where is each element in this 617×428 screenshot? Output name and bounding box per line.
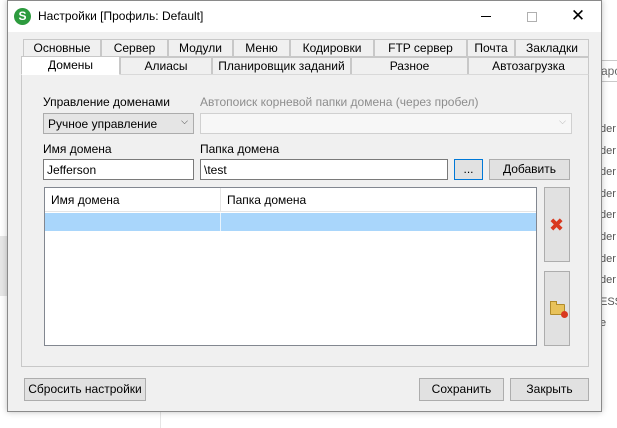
tab-ftp-server[interactable]: FTP сервер: [374, 39, 467, 57]
folder-tab-shape: [550, 301, 557, 305]
tab-menu[interactable]: Меню: [233, 39, 290, 57]
background-list-item: der: [600, 144, 616, 157]
tab-modules[interactable]: Модули: [168, 39, 233, 57]
folder-icon: [550, 301, 568, 318]
app-logo-icon: S: [14, 8, 31, 25]
red-x-icon: ✖: [549, 215, 565, 235]
tab-aliases[interactable]: Алиасы: [120, 57, 212, 75]
domain-management-value: Ручное управление: [48, 117, 158, 131]
domain-folder-input[interactable]: \test: [200, 159, 448, 180]
background-list-item: ESS: [600, 295, 617, 308]
background-list-item: der: [600, 252, 616, 265]
open-folder-button[interactable]: [544, 271, 570, 346]
tab-mail[interactable]: Почта: [467, 39, 515, 57]
close-button[interactable]: Закрыть: [510, 378, 589, 401]
minimize-icon: [481, 16, 491, 18]
tab-server[interactable]: Сервер: [101, 39, 168, 57]
add-domain-button[interactable]: Добавить: [489, 159, 570, 180]
background-list: der der der der der der der der ESS e: [600, 118, 617, 334]
tab-encodings[interactable]: Кодировки: [290, 39, 374, 57]
close-window-button[interactable]: ✕: [555, 1, 601, 32]
maximize-icon: [527, 11, 537, 22]
background-list-item: e: [600, 317, 607, 330]
tab-misc[interactable]: Разное: [351, 57, 468, 75]
browse-folder-button[interactable]: ...: [454, 159, 483, 180]
minimize-button[interactable]: [463, 1, 509, 32]
domain-name-label: Имя домена: [43, 142, 112, 156]
background-list-item: der: [600, 187, 616, 200]
settings-dialog: S Настройки [Профиль: Default] ✕ Основны…: [7, 0, 602, 412]
background-list-item: der: [600, 274, 616, 287]
table-row[interactable]: [45, 213, 536, 231]
tab-autostart[interactable]: Автозагрузка: [468, 57, 589, 75]
column-separator: [220, 213, 221, 231]
chevron-down-icon: ⌵: [181, 116, 188, 126]
domains-table[interactable]: Имя домена Папка домена: [44, 187, 537, 346]
domain-name-input[interactable]: Jefferson: [43, 159, 194, 180]
tab-bookmarks[interactable]: Закладки: [515, 39, 589, 57]
close-icon: ✕: [570, 6, 586, 25]
window-title: Настройки [Профиль: Default]: [38, 9, 204, 23]
delete-domain-button[interactable]: ✖: [544, 187, 570, 262]
background-list-item: der: [600, 230, 616, 243]
autosearch-label: Автопоиск корневой папки домена (через п…: [200, 95, 479, 109]
folder-badge-icon: [561, 311, 568, 318]
title-bar[interactable]: S Настройки [Профиль: Default] ✕: [8, 1, 601, 32]
tab-scheduler[interactable]: Планировщик заданий: [212, 57, 351, 75]
maximize-button: [509, 1, 555, 32]
table-header: Имя домена Папка домена: [45, 188, 536, 212]
domain-folder-label: Папка домена: [200, 142, 280, 156]
background-list-item: der: [600, 123, 616, 135]
tab-domains[interactable]: Домены: [21, 56, 120, 75]
background-list-item: der: [600, 166, 616, 179]
column-header-domain-name[interactable]: Имя домена: [45, 188, 221, 212]
chevron-down-icon: ⌵: [559, 116, 566, 126]
domain-management-select[interactable]: Ручное управление ⌵: [43, 113, 194, 134]
reset-settings-button[interactable]: Сбросить настройки: [24, 378, 146, 401]
background-divider: [160, 410, 161, 428]
domain-management-label: Управление доменами: [43, 95, 170, 109]
column-header-domain-folder[interactable]: Папка домена: [221, 188, 536, 212]
autosearch-select: ⌵: [200, 113, 572, 134]
tab-general[interactable]: Основные: [23, 39, 101, 57]
background-list-item: der: [600, 209, 616, 222]
save-button[interactable]: Сохранить: [419, 378, 504, 401]
